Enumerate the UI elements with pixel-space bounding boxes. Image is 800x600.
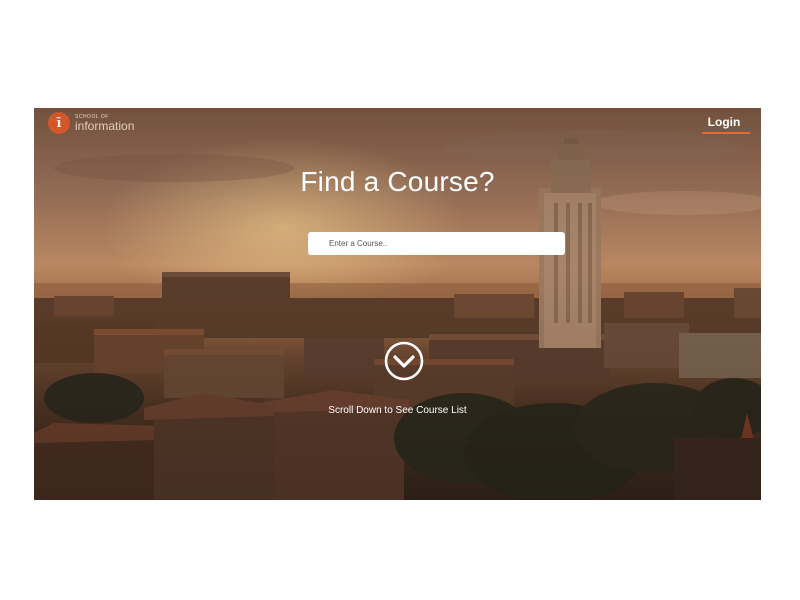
i-monogram-icon: ī <box>48 112 70 134</box>
logo-wordmark: SCHOOL OF information <box>75 114 135 133</box>
course-search <box>308 232 565 255</box>
scroll-hint: Scroll Down to See Course List <box>328 405 467 416</box>
hero-banner: ī SCHOOL OF information Login Find a Cou… <box>34 108 761 500</box>
logo-large-text: information <box>75 118 135 133</box>
chevron-down-circle-icon[interactable] <box>384 341 424 381</box>
login-underline <box>702 132 750 134</box>
page-title: Find a Course? <box>300 166 495 197</box>
school-logo[interactable]: ī SCHOOL OF information <box>48 112 134 134</box>
course-search-input[interactable] <box>308 232 565 255</box>
